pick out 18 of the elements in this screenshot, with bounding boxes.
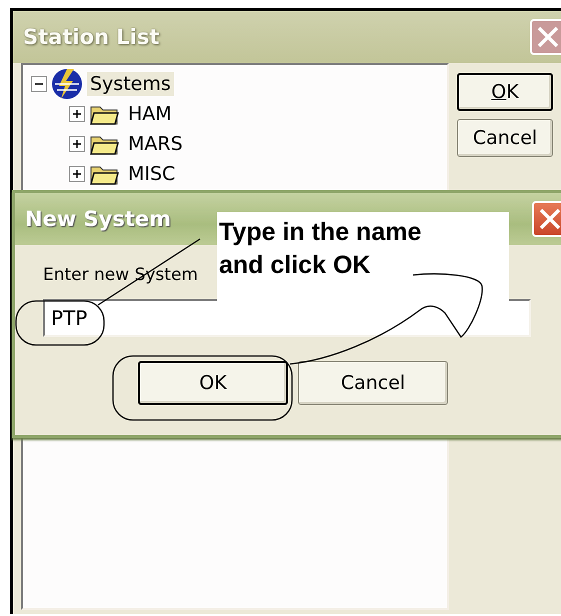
tree-item[interactable]: MARS [125,132,186,156]
window-title: Station List [23,25,160,49]
globe-icon [51,68,83,100]
minus-icon[interactable] [31,76,47,92]
tree-item[interactable]: HAM [125,102,175,126]
close-button[interactable] [532,201,561,237]
plus-icon[interactable] [69,106,85,122]
tree-item[interactable]: Systems [87,72,174,96]
ok-button[interactable]: OK [457,73,553,111]
cancel-button[interactable]: Cancel [457,119,553,157]
plus-icon[interactable] [69,136,85,152]
cancel-button[interactable]: Cancel [298,361,448,405]
tree-item[interactable]: MISC [125,162,178,186]
window-title: New System [25,207,172,231]
name-field[interactable]: PTP [43,299,531,337]
plus-icon[interactable] [69,166,85,182]
callout-text: Type in the name and click OK [217,212,509,302]
ok-button[interactable]: OK [138,361,288,405]
